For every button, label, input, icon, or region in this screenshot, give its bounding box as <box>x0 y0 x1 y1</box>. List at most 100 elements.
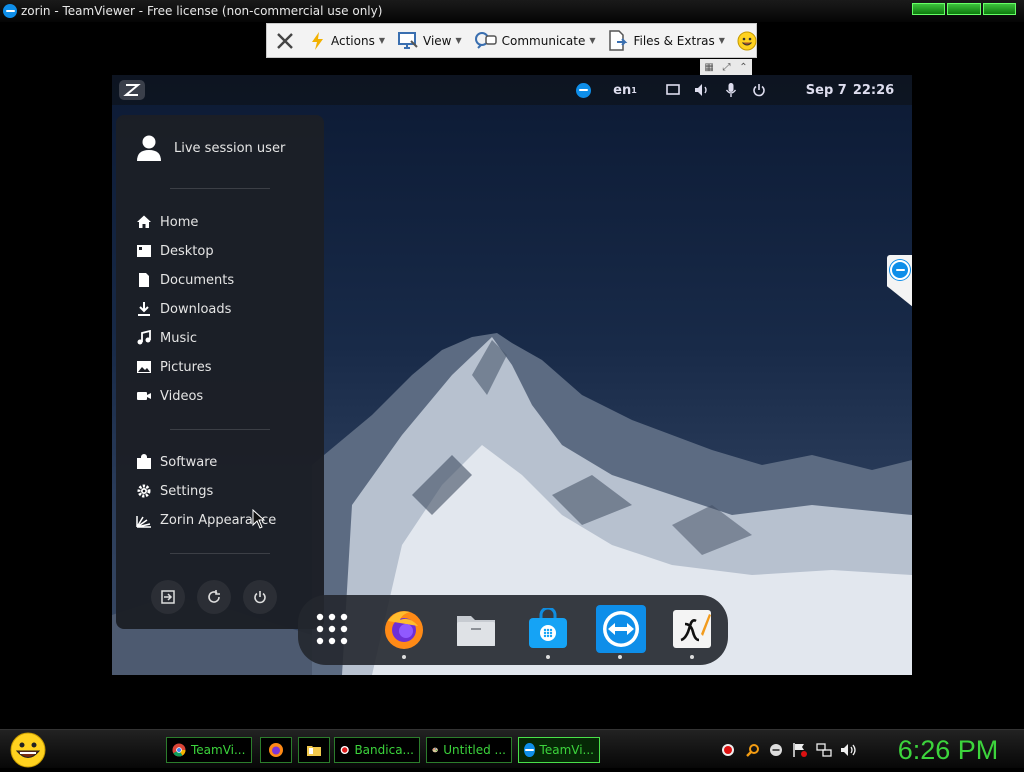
feedback-button[interactable] <box>731 24 763 57</box>
grid-icon[interactable]: ▦ <box>704 62 713 73</box>
settings-icon <box>137 484 151 498</box>
zorin-top-bar: en 1 Sep 7 22:26 <box>112 75 912 105</box>
chrome-icon <box>172 743 186 757</box>
app-settings[interactable]: Settings <box>136 478 213 504</box>
log-out-button[interactable] <box>151 580 185 614</box>
search-tray-icon[interactable] <box>745 742 761 758</box>
file-icon <box>609 29 628 51</box>
zorin-user-menu: Live session user Home Desktop Documents… <box>116 115 324 629</box>
chevron-down-icon: ▼ <box>718 36 725 45</box>
power-icon <box>254 591 266 604</box>
status-tray-icon[interactable] <box>768 742 784 758</box>
close-window-button[interactable] <box>982 3 1016 15</box>
user-avatar-icon <box>137 135 161 161</box>
place-home[interactable]: Home <box>136 209 198 235</box>
restart-button[interactable] <box>197 580 231 614</box>
taskbar-button-firefox[interactable] <box>260 737 292 763</box>
taskbar-button-teamviewer-chrome[interactable]: TeamVi... <box>166 737 252 763</box>
dock-software-store[interactable] <box>526 607 570 651</box>
taskbar-clock[interactable]: 6:26 PM <box>880 733 1016 767</box>
shutdown-button[interactable] <box>243 580 277 614</box>
mouse-cursor-icon <box>252 509 266 529</box>
files-extras-menu-button[interactable]: Files & Extras ▼ <box>601 24 730 57</box>
remote-desktop[interactable]: en1 Sep 7 22:26 Live session user Home <box>112 75 912 675</box>
monitor-icon <box>398 31 418 49</box>
place-downloads[interactable]: Downloads <box>136 296 231 322</box>
downloads-icon <box>138 302 150 316</box>
taskbar-button-explorer[interactable] <box>298 737 330 763</box>
view-menu-button[interactable]: View ▼ <box>391 24 468 57</box>
log-out-icon <box>161 590 175 604</box>
network-tray-icon[interactable] <box>816 742 832 758</box>
minimize-button[interactable] <box>912 3 946 15</box>
app-software[interactable]: Software <box>136 449 217 475</box>
dock-firefox[interactable] <box>382 607 426 651</box>
place-documents[interactable]: Documents <box>136 267 234 293</box>
start-button[interactable] <box>8 732 48 768</box>
teamviewer-logo-icon <box>890 260 910 280</box>
running-indicator <box>690 655 694 659</box>
windows-taskbar: TeamVi... Bandica... Untitled ... TeamVi… <box>0 729 1024 768</box>
home-icon <box>137 215 151 228</box>
volume-tray-icon[interactable] <box>840 742 856 758</box>
close-x-icon <box>277 32 293 49</box>
paint-icon <box>432 747 438 753</box>
place-videos[interactable]: Videos <box>136 383 203 409</box>
running-indicator <box>618 655 622 659</box>
keyboard-layout-indicator[interactable]: en 1 <box>608 75 642 105</box>
teamviewer-icon <box>524 743 535 757</box>
dock-files[interactable] <box>454 607 498 651</box>
teamviewer-tray-icon[interactable] <box>572 75 594 105</box>
place-pictures[interactable]: Pictures <box>136 354 211 380</box>
power-icon[interactable] <box>750 75 768 105</box>
folder-icon <box>457 616 495 646</box>
close-session-button[interactable] <box>267 24 303 57</box>
running-indicator <box>546 655 550 659</box>
dock-app-grid[interactable] <box>310 607 354 651</box>
documents-icon <box>139 273 149 287</box>
app-grid-icon <box>316 613 348 645</box>
taskbar-button-bandicam[interactable]: Bandica... <box>334 737 420 763</box>
maximize-button[interactable] <box>947 3 981 15</box>
zorin-menu-button[interactable] <box>116 75 148 105</box>
running-indicator <box>402 655 406 659</box>
teamviewer-icon <box>603 611 639 647</box>
folder-icon <box>307 746 321 756</box>
smiley-start-icon <box>10 732 46 768</box>
volume-icon[interactable] <box>693 75 711 105</box>
pictures-icon <box>137 361 151 373</box>
chevron-down-icon: ▼ <box>455 36 462 45</box>
software-store-icon <box>529 608 567 648</box>
window-controls[interactable] <box>912 3 1016 15</box>
music-icon <box>137 330 151 345</box>
clock-date[interactable]: Sep 7 22:26 <box>800 75 900 105</box>
zorin-logo-icon <box>119 80 145 100</box>
chevron-down-icon: ▼ <box>378 36 385 45</box>
place-music[interactable]: Music <box>136 325 197 351</box>
window-title-bar[interactable]: zorin - TeamViewer - Free license (non-c… <box>0 0 1024 22</box>
menu-divider <box>170 188 270 189</box>
user-profile[interactable]: Live session user <box>136 135 285 161</box>
place-desktop[interactable]: Desktop <box>136 238 214 264</box>
dock-xournal[interactable] <box>670 607 714 651</box>
teamviewer-logo-icon <box>575 82 591 98</box>
display-icon[interactable] <box>664 75 682 105</box>
flag-tray-icon[interactable] <box>792 742 808 758</box>
taskbar-button-teamviewer-active[interactable]: TeamVi... <box>518 737 600 763</box>
taskbar-button-paint[interactable]: Untitled ... <box>426 737 512 763</box>
appearance-icon <box>136 516 151 528</box>
dock-teamviewer[interactable] <box>596 605 646 653</box>
videos-icon <box>137 392 151 400</box>
microphone-icon[interactable] <box>722 75 740 105</box>
teamviewer-toolbar: Actions ▼ View ▼ Communicate ▼ Files & Extr… <box>266 23 757 58</box>
firefox-icon <box>269 743 283 757</box>
actions-menu-button[interactable]: Actions ▼ <box>303 24 391 57</box>
communicate-icon <box>474 31 497 49</box>
window-title: zorin - TeamViewer - Free license (non-c… <box>21 4 383 18</box>
communicate-menu-button[interactable]: Communicate ▼ <box>468 24 602 57</box>
bandicam-icon <box>340 745 349 755</box>
software-icon <box>137 454 151 469</box>
record-tray-icon[interactable] <box>720 742 736 758</box>
fullscreen-icon[interactable]: ⤢ <box>723 62 731 73</box>
collapse-toolbar-icon[interactable]: ⌃ <box>739 62 747 73</box>
